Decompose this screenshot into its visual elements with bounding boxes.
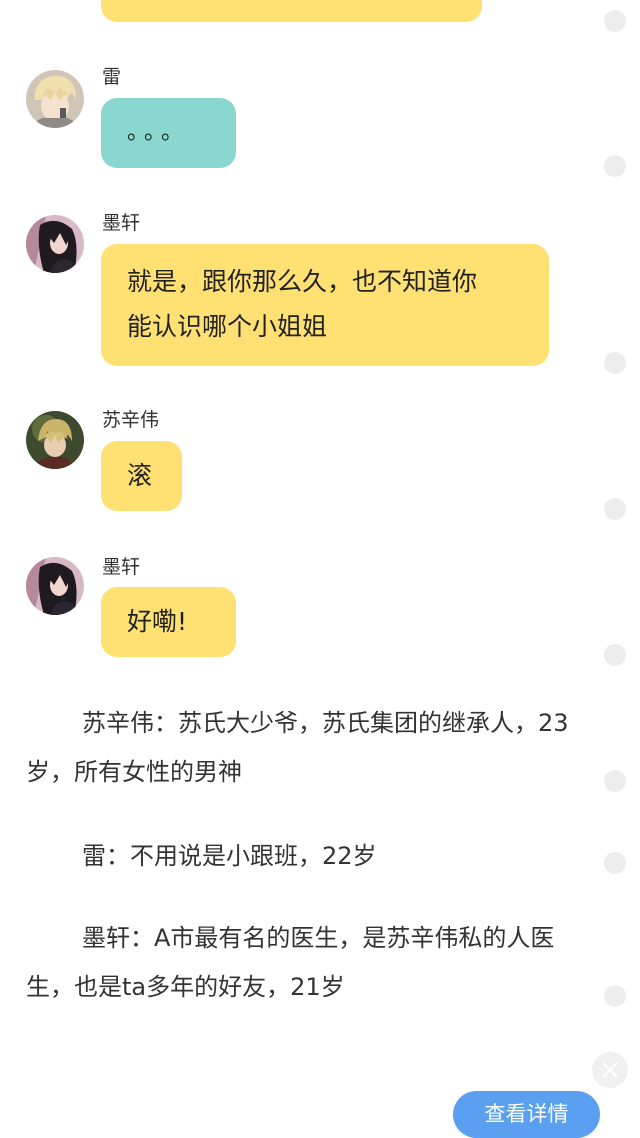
- blond-anime-boy-avatar-icon: [26, 70, 84, 128]
- message-bubble: 滚: [101, 441, 182, 511]
- story-paragraph: 苏辛伟：苏氏大少爷，苏氏集团的继承人，23岁，所有女性的男神: [26, 709, 569, 786]
- message-bubble: 。。。: [101, 98, 236, 168]
- story-paragraph: 雷：不用说是小跟班，22岁: [82, 842, 377, 870]
- scroll-marker-dot: [604, 10, 626, 32]
- message-text: 好嘞!: [127, 607, 188, 636]
- story-paragraph: 墨轩：A市最有名的医生，是苏辛伟私的人医生，也是ta多年的好友，21岁: [26, 924, 555, 1001]
- message-text: 。。。: [127, 120, 190, 145]
- dark-haired-anime-avatar-icon: [26, 557, 84, 615]
- avatar-moxuan[interactable]: [26, 215, 84, 273]
- avatar-suxinwei[interactable]: [26, 411, 84, 469]
- sender-name: 墨轩: [102, 556, 141, 578]
- view-details-button[interactable]: 查看详情: [453, 1091, 600, 1138]
- scroll-marker-dot: [604, 352, 626, 374]
- scroll-marker-dot: [604, 498, 626, 520]
- message-text-line: 能认识哪个小姐姐: [127, 312, 328, 341]
- avatar-moxuan[interactable]: [26, 557, 84, 615]
- scroll-marker-dot: [604, 770, 626, 792]
- scroll-marker-dot: [604, 985, 626, 1007]
- message-text: 滚: [127, 461, 153, 490]
- dark-haired-anime-avatar-icon: [26, 215, 84, 273]
- close-icon[interactable]: [592, 1052, 628, 1088]
- message-text-line: 就是，跟你那么久，也不知道你: [127, 267, 478, 296]
- scroll-marker-dot: [604, 155, 626, 177]
- scroll-marker-dot: [604, 852, 626, 874]
- sender-name: 墨轩: [102, 212, 141, 234]
- avatar-lei[interactable]: [26, 70, 84, 128]
- anime-boy-avatar-icon: [26, 411, 84, 469]
- sender-name: 苏辛伟: [102, 409, 160, 431]
- message-bubble: 就是，跟你那么久，也不知道你 能认识哪个小姐姐: [101, 244, 549, 366]
- scroll-marker-dot: [604, 644, 626, 666]
- message-bubble: 好嘞!: [101, 587, 236, 657]
- sender-name: 雷: [102, 66, 122, 88]
- previous-message-bubble: [101, 0, 482, 22]
